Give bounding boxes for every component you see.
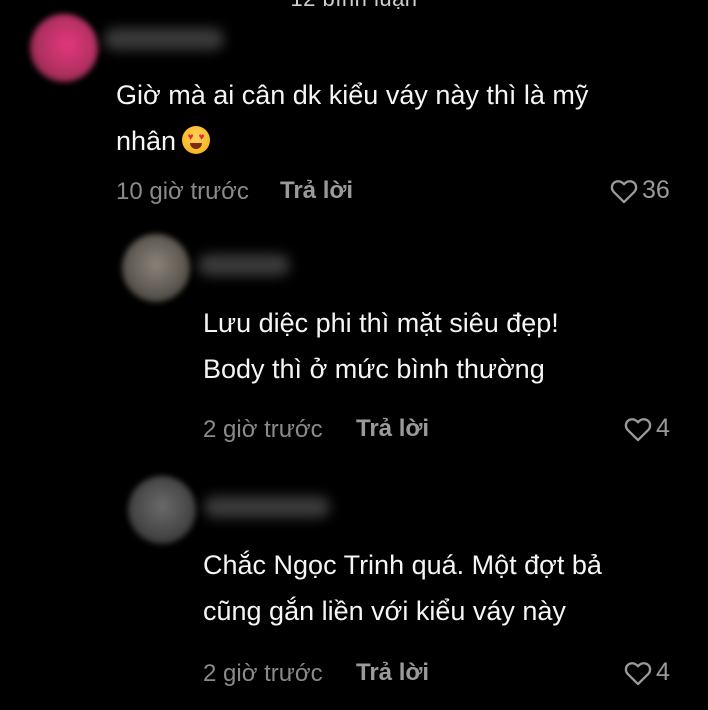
username-blurred[interactable] bbox=[104, 28, 224, 50]
reply-button[interactable]: Trả lời bbox=[356, 659, 429, 687]
like-count: 36 bbox=[642, 176, 670, 204]
like-button[interactable]: 36 bbox=[610, 176, 670, 205]
avatar[interactable] bbox=[30, 14, 98, 82]
comment-timestamp: 2 giờ trước bbox=[203, 416, 323, 443]
like-button[interactable]: 4 bbox=[624, 414, 670, 443]
comment-timestamp: 2 giờ trước bbox=[203, 660, 323, 687]
heart-outline-icon bbox=[610, 179, 638, 203]
like-count: 4 bbox=[656, 414, 670, 442]
heart-outline-icon bbox=[624, 417, 652, 441]
heart-eyes-emoji-icon: ♥ ♥ bbox=[182, 126, 211, 154]
comment-text: Chắc Ngọc Trinh quá. Một đợt bả cũng gắn… bbox=[203, 542, 602, 634]
comment-text-line: nhân bbox=[116, 126, 177, 156]
comment-text-line: Chắc Ngọc Trinh quá. Một đợt bả bbox=[203, 550, 602, 580]
username-blurred[interactable] bbox=[198, 254, 290, 276]
comment-text-line: Body thì ở mức bình thường bbox=[203, 354, 545, 384]
like-count: 4 bbox=[656, 658, 670, 686]
username-blurred[interactable] bbox=[204, 496, 330, 518]
reply-button[interactable]: Trả lời bbox=[356, 415, 429, 443]
comments-count-title: 12 bình luận bbox=[0, 0, 708, 12]
avatar[interactable] bbox=[122, 234, 190, 302]
comment-text: Giờ mà ai cân dk kiểu váy này thì là mỹ … bbox=[116, 72, 588, 164]
comment-text-line: Giờ mà ai cân dk kiểu váy này thì là mỹ bbox=[116, 80, 589, 110]
comment-timestamp: 10 giờ trước bbox=[116, 178, 249, 205]
comment-text: Lưu diệc phi thì mặt siêu đẹp! Body thì … bbox=[203, 300, 559, 392]
like-button[interactable]: 4 bbox=[624, 658, 670, 687]
heart-outline-icon bbox=[624, 661, 652, 685]
reply-button[interactable]: Trả lời bbox=[280, 177, 353, 205]
comment-text-line: Lưu diệc phi thì mặt siêu đẹp! bbox=[203, 308, 559, 338]
avatar[interactable] bbox=[128, 476, 196, 544]
comment-text-line: cũng gắn liền với kiểu váy này bbox=[203, 596, 566, 626]
